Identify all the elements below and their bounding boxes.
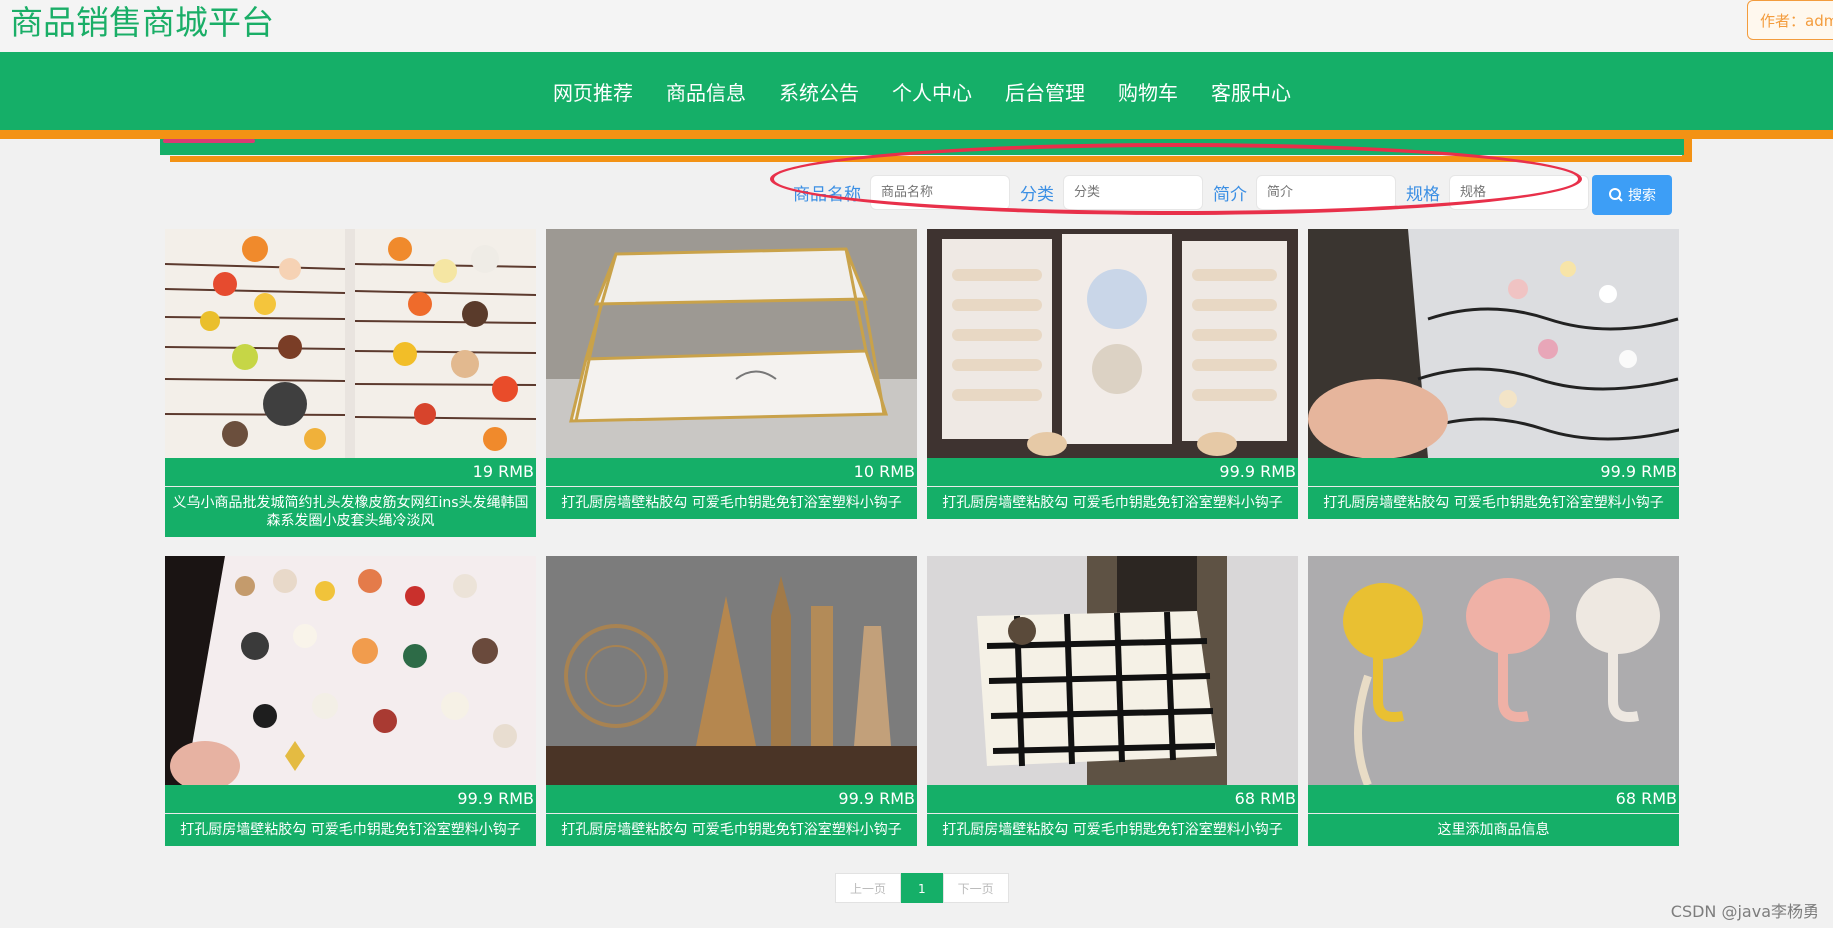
nav-item-admin[interactable]: 后台管理 <box>1005 77 1085 106</box>
product-price: 68 RMB <box>1308 785 1679 814</box>
nav-item-service[interactable]: 客服中心 <box>1211 77 1291 106</box>
product-card[interactable]: 99.9 RMB 打孔厨房墙壁粘胶勾 可爱毛巾钥匙免钉浴室塑料小钩子 <box>165 556 536 846</box>
product-card[interactable]: 99.9 RMB 打孔厨房墙壁粘胶勾 可爱毛巾钥匙免钉浴室塑料小钩子 <box>927 229 1298 519</box>
pagination: 上一页 1 下一页 <box>835 873 1009 905</box>
product-price: 99.9 RMB <box>546 785 917 814</box>
landmark-models-photo[interactable] <box>546 556 917 785</box>
product-card[interactable]: 68 RMB 打孔厨房墙壁粘胶勾 可爱毛巾钥匙免钉浴室塑料小钩子 <box>927 556 1298 846</box>
product-name[interactable]: 打孔厨房墙壁粘胶勾 可爱毛巾钥匙免钉浴室塑料小钩子 <box>927 487 1298 519</box>
main-nav: 网页推荐 商品信息 系统公告 个人中心 后台管理 购物车 客服中心 <box>0 52 1833 130</box>
author-badge: 作者：admi <box>1747 0 1833 40</box>
marble-tray-photo[interactable] <box>546 229 917 458</box>
bag-of-hairclips-photo[interactable] <box>1308 229 1679 458</box>
search-button[interactable]: 搜索 <box>1592 175 1672 215</box>
category-label: 分类 <box>1020 185 1054 205</box>
product-price: 99.9 RMB <box>1308 458 1679 487</box>
watermark: CSDN @java李杨勇 <box>1670 902 1819 921</box>
next-page-button[interactable]: 下一页 <box>942 873 1009 903</box>
product-price: 19 RMB <box>165 458 536 487</box>
top-bar: 商品销售商城平台 作者：admi <box>0 0 1833 52</box>
product-price: 10 RMB <box>546 458 917 487</box>
site-title: 商品销售商城平台 <box>10 3 274 42</box>
hair-ties-photo[interactable] <box>165 229 536 458</box>
nav-item-cart[interactable]: 购物车 <box>1118 77 1178 106</box>
spec-input[interactable] <box>1449 175 1589 210</box>
search-form: 商品名称 分类 简介 规格 <box>793 175 1599 210</box>
nav-item-profile[interactable]: 个人中心 <box>892 77 972 106</box>
product-card[interactable]: 68 RMB 这里添加商品信息 <box>1308 556 1679 846</box>
product-name[interactable]: 义乌小商品批发城简约扎头发橡皮筋女网红ins头发绳韩国森系发圈小皮套头绳冷淡风 <box>165 487 536 537</box>
product-name-label: 商品名称 <box>793 185 861 205</box>
description-label: 简介 <box>1213 185 1247 205</box>
search-button-label: 搜索 <box>1628 188 1656 204</box>
hair-clips-collection-photo[interactable] <box>165 556 536 785</box>
description-input[interactable] <box>1256 175 1396 210</box>
prev-page-button[interactable]: 上一页 <box>835 873 902 903</box>
wall-hooks-photo[interactable] <box>1308 556 1679 785</box>
product-name[interactable]: 打孔厨房墙壁粘胶勾 可爱毛巾钥匙免钉浴室塑料小钩子 <box>927 814 1298 846</box>
nav-item-recommend[interactable]: 网页推荐 <box>553 77 633 106</box>
product-name[interactable]: 打孔厨房墙壁粘胶勾 可爱毛巾钥匙免钉浴室塑料小钩子 <box>546 487 917 519</box>
spec-label: 规格 <box>1406 185 1440 205</box>
banner-pink-mark <box>163 139 255 143</box>
category-input[interactable] <box>1063 175 1203 210</box>
nav-item-announcements[interactable]: 系统公告 <box>779 77 859 106</box>
product-card[interactable]: 99.9 RMB 打孔厨房墙壁粘胶勾 可爱毛巾钥匙免钉浴室塑料小钩子 <box>546 556 917 846</box>
product-price: 99.9 RMB <box>165 785 536 814</box>
product-name[interactable]: 打孔厨房墙壁粘胶勾 可爱毛巾钥匙免钉浴室塑料小钩子 <box>546 814 917 846</box>
product-name[interactable]: 打孔厨房墙壁粘胶勾 可爱毛巾钥匙免钉浴室塑料小钩子 <box>1308 487 1679 519</box>
product-price: 68 RMB <box>927 785 1298 814</box>
product-name[interactable]: 打孔厨房墙壁粘胶勾 可爱毛巾钥匙免钉浴室塑料小钩子 <box>165 814 536 846</box>
banner-green-bar <box>160 139 1684 155</box>
product-card[interactable]: 99.9 RMB 打孔厨房墙壁粘胶勾 可爱毛巾钥匙免钉浴室塑料小钩子 <box>1308 229 1679 519</box>
pearl-hairpins-photo[interactable] <box>927 229 1298 458</box>
product-card[interactable]: 10 RMB 打孔厨房墙壁粘胶勾 可爱毛巾钥匙免钉浴室塑料小钩子 <box>546 229 917 519</box>
search-icon <box>1609 188 1623 202</box>
page-1-button[interactable]: 1 <box>901 873 943 903</box>
product-name[interactable]: 这里添加商品信息 <box>1308 814 1679 846</box>
product-price: 99.9 RMB <box>927 458 1298 487</box>
tote-bag-photo[interactable] <box>927 556 1298 785</box>
nav-item-products[interactable]: 商品信息 <box>666 77 746 106</box>
product-card[interactable]: 19 RMB 义乌小商品批发城简约扎头发橡皮筋女网红ins头发绳韩国森系发圈小皮… <box>165 229 536 537</box>
product-name-input[interactable] <box>870 175 1010 210</box>
nav-accent-stripe <box>0 130 1833 139</box>
